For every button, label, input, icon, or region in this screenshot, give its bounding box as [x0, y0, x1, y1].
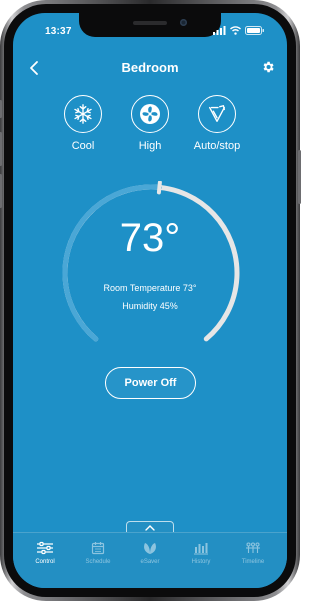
battery-icon — [245, 26, 264, 35]
room-temperature: Room Temperature 73° — [103, 283, 197, 293]
phone-frame: 13:37 Bedroom Cool High Auto/stop 73° Ro… — [0, 0, 301, 601]
mode-label: Auto/stop — [193, 140, 241, 152]
signal-icon — [213, 26, 226, 35]
mode-fan-button[interactable]: High — [122, 95, 178, 152]
wifi-icon — [230, 26, 241, 35]
temperature-setpoint: 73° — [119, 216, 181, 260]
bar-chart-icon — [194, 543, 208, 555]
volume-down-button — [0, 174, 2, 208]
mode-swing-button[interactable]: Auto/stop — [189, 95, 245, 152]
timeline-icon — [246, 542, 260, 553]
tab-bar: Control Schedule eSaver History Timeline — [13, 532, 287, 588]
tab-label: Schedule — [85, 559, 111, 565]
page-title: Bedroom — [121, 60, 179, 75]
tab-history[interactable]: History — [181, 541, 221, 565]
leaf-icon — [144, 543, 156, 554]
humidity-readout: Humidity 45% — [122, 301, 178, 311]
tab-label: Timeline — [241, 559, 265, 565]
power-side-button — [298, 150, 301, 204]
power-off-button[interactable]: Power Off — [105, 367, 196, 399]
snowflake-icon — [74, 104, 92, 124]
tab-label: History — [191, 559, 211, 565]
mode-circle — [64, 95, 102, 133]
dial-level-arc — [62, 184, 162, 342]
tab-label: eSaver — [140, 559, 160, 565]
front-camera — [180, 19, 187, 26]
notch — [79, 13, 221, 37]
mode-cool-button[interactable]: Cool — [55, 95, 111, 152]
gear-icon[interactable] — [261, 60, 275, 74]
tab-schedule[interactable]: Schedule — [78, 541, 118, 565]
mode-circle — [131, 95, 169, 133]
temperature-dial[interactable] — [59, 181, 243, 365]
status-time: 13:37 — [45, 26, 72, 37]
fan-icon — [140, 104, 160, 124]
header: Bedroom — [13, 57, 287, 79]
swing-icon — [208, 105, 226, 123]
sliders-icon — [37, 541, 53, 555]
mode-circle — [198, 95, 236, 133]
speaker-grille — [133, 21, 167, 25]
tab-control[interactable]: Control — [25, 541, 65, 565]
mode-label: Cool — [71, 140, 95, 152]
calendar-icon — [91, 542, 105, 555]
volume-up-button — [0, 132, 2, 166]
status-icons — [213, 26, 265, 35]
tab-esaver[interactable]: eSaver — [130, 541, 170, 565]
dial-knob[interactable] — [156, 181, 162, 195]
mode-label: High — [138, 140, 162, 152]
mute-switch — [0, 100, 2, 118]
app-screen: 13:37 Bedroom Cool High Auto/stop 73° Ro… — [13, 13, 287, 588]
chevron-up-icon — [145, 524, 155, 531]
tab-timeline[interactable]: Timeline — [233, 541, 273, 565]
tab-label: Control — [35, 559, 55, 565]
